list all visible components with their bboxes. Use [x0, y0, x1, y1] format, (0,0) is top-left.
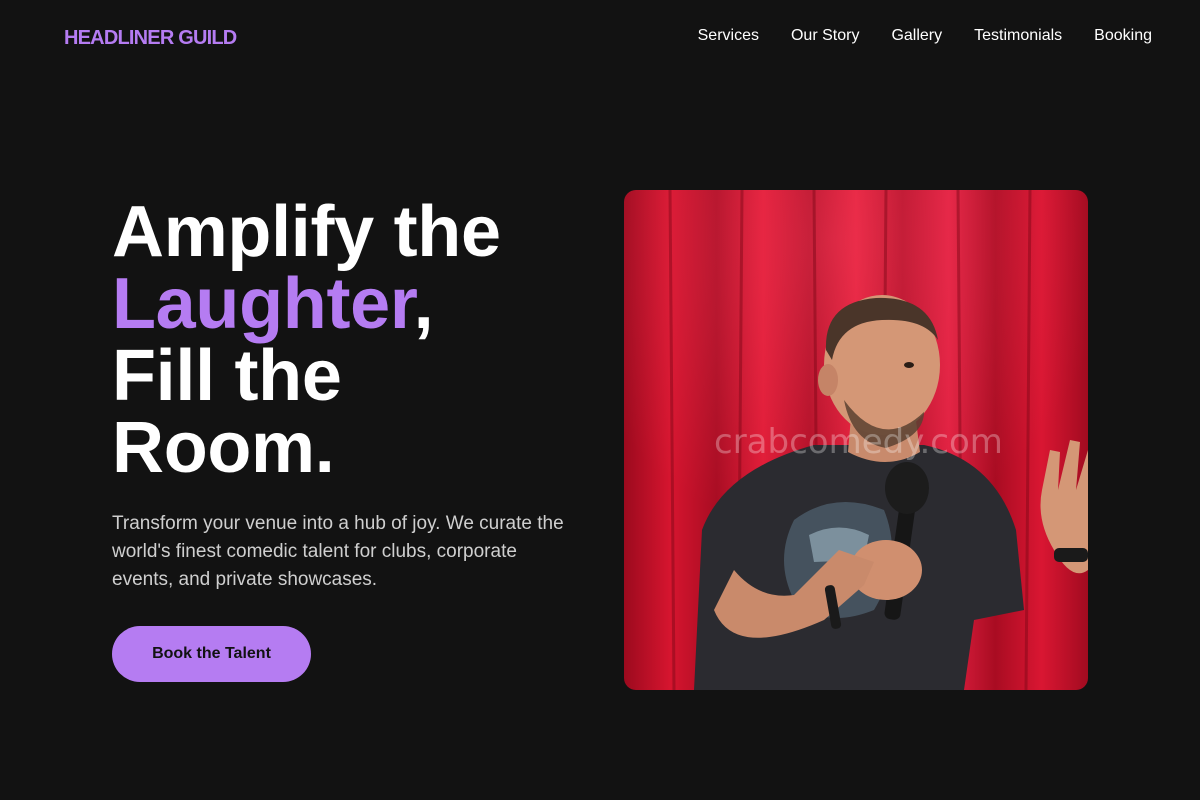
heading-line-4: Room.: [112, 408, 335, 488]
hero-photo-comedian: crabcomedy.com: [624, 190, 1088, 690]
hero-heading: Amplify the Laughter, Fill the Room.: [112, 196, 592, 484]
nav-link-services[interactable]: Services: [698, 27, 759, 45]
hero-description: Transform your venue into a hub of joy. …: [112, 513, 564, 590]
heading-line-3: Fill the: [112, 336, 342, 416]
book-talent-button[interactable]: Book the Talent: [112, 626, 311, 682]
hero-text: Amplify the Laughter, Fill the Room. Tra…: [112, 196, 592, 594]
heading-comma: ,: [413, 264, 434, 344]
nav-link-booking[interactable]: Booking: [1094, 27, 1152, 45]
comedian-illustration: crabcomedy.com: [624, 190, 1088, 690]
nav-link-gallery[interactable]: Gallery: [891, 27, 942, 45]
heading-line-1: Amplify the: [112, 192, 501, 272]
top-navigation: HEADLINER GUILD Services Our Story Galle…: [0, 0, 1200, 76]
nav-link-testimonials[interactable]: Testimonials: [974, 27, 1062, 45]
brand-logo[interactable]: HEADLINER GUILD: [64, 27, 237, 50]
nav-link-our-story[interactable]: Our Story: [791, 27, 859, 45]
nav-links: Services Our Story Gallery Testimonials …: [698, 27, 1152, 45]
heading-accent-word: Laughter: [112, 264, 414, 344]
photo-watermark: crabcomedy.com: [714, 422, 1003, 462]
